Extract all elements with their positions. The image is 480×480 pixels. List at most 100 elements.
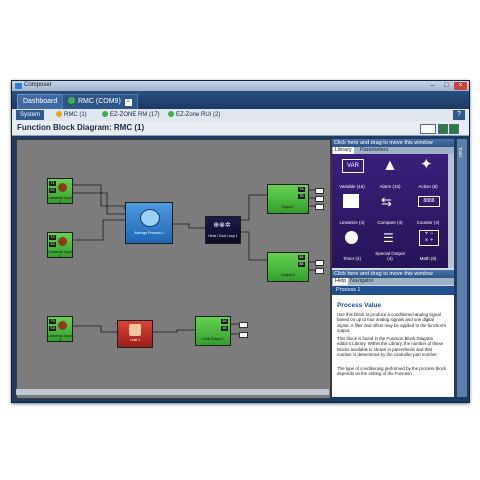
library-item-math[interactable]: + − × ÷ Math (8) <box>410 228 446 262</box>
tab-dashboard[interactable]: Dashboard <box>17 94 64 109</box>
library-item-label: Alarm (16) <box>379 184 401 189</box>
minimize-button[interactable]: – <box>426 82 439 90</box>
tab-dashboard-label: Dashboard <box>23 98 58 105</box>
library-item-label: Counter (4) <box>416 220 440 225</box>
output-pin[interactable] <box>315 268 324 274</box>
universal-input-1-block[interactable]: T1 S1 Universal Input 1 <box>47 178 73 204</box>
library-drag-handle[interactable]: Click here and drag to move this window <box>332 139 454 147</box>
help-heading: Process Value <box>337 302 382 309</box>
output-pin[interactable] <box>315 196 324 202</box>
universal-input-3-label: Universal Input 3 <box>48 334 72 342</box>
ezzone-rm-label: EZ-ZONE RM (17) <box>110 112 160 118</box>
universal-input-2-block[interactable]: T2 S2 Universal Input 2 <box>47 232 73 258</box>
help-paragraph-2: This block is found in the Function Bloc… <box>337 336 444 357</box>
canvas-scrollbar[interactable] <box>16 389 329 395</box>
tab-rmc[interactable]: RMC (COM9) × <box>62 94 138 109</box>
rmc-label: RMC (1) <box>64 112 87 118</box>
alarm-icon: ▲ <box>382 157 398 174</box>
thermometer-icon <box>58 183 67 192</box>
compare-icon: ⇆ <box>381 194 392 209</box>
zoom-control[interactable] <box>420 124 436 134</box>
action-icon: ✦ <box>420 156 433 173</box>
maximize-button[interactable]: □ <box>440 82 453 90</box>
view-toggle[interactable] <box>438 124 448 134</box>
limit-block[interactable]: Limit 1 <box>117 320 153 348</box>
library-item-label: Variable (15) <box>339 184 365 189</box>
special-output-icon: ☰ <box>383 231 394 245</box>
limit-output-label: Limit Output 1 <box>202 337 224 341</box>
library-item-counter[interactable]: 8888 Counter (4) <box>410 192 446 226</box>
process-label: Average Process 1 <box>134 231 164 235</box>
side-toolbar[interactable]: Tools <box>457 139 467 397</box>
tab-help[interactable]: Help <box>333 278 349 285</box>
library-item-action[interactable]: ✦ Action (8) <box>410 156 446 190</box>
status-dot-icon <box>102 111 108 117</box>
output-pin[interactable] <box>239 322 248 328</box>
side-toolbar-label: Tools <box>458 147 463 158</box>
view-toggle-2[interactable] <box>449 124 459 134</box>
tab-parameters[interactable]: Parameters <box>358 147 390 154</box>
process-block[interactable]: Average Process 1 <box>125 202 173 244</box>
output-7-block[interactable]: 7A 7B Output 7 <box>267 184 309 214</box>
pid-loop-block[interactable]: ⊕⊗✲ Heat / Cool Loop 1 <box>205 216 241 244</box>
universal-input-3-block[interactable]: T3 S3 Universal Input 3 <box>47 316 73 342</box>
library-item-variable[interactable]: VAR Variable (15) <box>334 156 370 190</box>
math-icon: + − × ÷ <box>419 230 439 246</box>
output-pin[interactable] <box>315 204 324 210</box>
universal-input-1-label: Universal Input 1 <box>48 196 72 204</box>
status-dot-icon <box>168 111 174 117</box>
tab-library[interactable]: Library <box>333 147 354 154</box>
help-paragraph-1: Use this block to produce a conditioned … <box>337 312 447 333</box>
system-bar: System RMC (1) EZ-ZONE RM (17) EZ-Zone R… <box>12 109 469 121</box>
port-t1: T1 <box>49 181 56 186</box>
help-tabs: Help Navigator <box>332 278 454 285</box>
loop-icon: ⊕⊗✲ <box>213 222 231 229</box>
library-item-linearize[interactable]: Linearize (4) <box>334 192 370 226</box>
right-panel: Click here and drag to move this window … <box>332 139 454 397</box>
rmc-item[interactable]: RMC (1) <box>52 110 91 120</box>
port-s3: S3 <box>49 326 56 331</box>
port-t3: T3 <box>49 319 56 324</box>
ezzone-rui-label: EZ-Zone RUI (2) <box>176 112 221 118</box>
window-title: Composer <box>24 82 52 88</box>
library-item-timer[interactable]: Timer (4) <box>334 228 370 262</box>
library-scrollbar[interactable] <box>448 154 454 268</box>
output-pin[interactable] <box>315 188 324 194</box>
library-item-label: Special Output (4) <box>375 251 405 261</box>
composer-window: Composer – □ × Dashboard RMC (COM9) × Sys… <box>11 80 470 403</box>
system-label: System <box>20 112 41 118</box>
limit-output-block[interactable]: 1A 1B Limit Output 1 <box>195 316 231 346</box>
tab-navigator[interactable]: Navigator <box>348 278 376 285</box>
help-drag-handle[interactable]: Click here and drag to move this window <box>332 270 454 278</box>
library-item-alarm[interactable]: ▲ Alarm (16) <box>372 156 408 190</box>
library-item-special-output[interactable]: ☰ Special Output (4) <box>372 228 408 262</box>
ezzone-rm-item[interactable]: EZ-ZONE RM (17) <box>98 110 164 120</box>
system-item[interactable]: System <box>16 110 45 120</box>
library-item-label: Compare (4) <box>377 220 403 225</box>
output-pin[interactable] <box>315 260 324 266</box>
library-item-label: Timer (4) <box>342 256 362 261</box>
close-button[interactable]: × <box>454 82 467 90</box>
library-item-label: Action (8) <box>418 184 438 189</box>
port-8a: 8A <box>298 255 305 260</box>
limit-icon <box>129 324 141 336</box>
diagram-canvas[interactable]: T1 S1 Universal Input 1 T2 S2 Universal … <box>16 139 331 399</box>
limit-label: Limit 1 <box>129 338 141 342</box>
port-s2: S2 <box>49 242 56 247</box>
counter-icon: 8888 <box>418 196 440 207</box>
help-paragraph-3: The type of conditioning performed by th… <box>337 366 447 377</box>
library-item-compare[interactable]: ⇆ Compare (4) <box>372 192 408 226</box>
help-icon[interactable]: ? <box>453 110 465 120</box>
title-bar: Composer – □ × <box>12 81 469 91</box>
tab-rmc-label: RMC (COM9) <box>78 98 121 105</box>
linearize-icon <box>343 194 359 208</box>
port-7b: 7B <box>298 194 305 199</box>
output-7-label: Output 7 <box>281 205 295 209</box>
ezzone-rui-item[interactable]: EZ-Zone RUI (2) <box>164 110 224 120</box>
status-dot-icon <box>56 111 62 117</box>
diagram-title: Function Block Diagram: RMC (1) <box>17 123 145 132</box>
output-pin[interactable] <box>239 332 248 338</box>
port-s1: S1 <box>49 188 56 193</box>
output-8-block[interactable]: 8A 8B Output 8 <box>267 252 309 282</box>
close-tab-icon[interactable]: × <box>124 99 132 106</box>
